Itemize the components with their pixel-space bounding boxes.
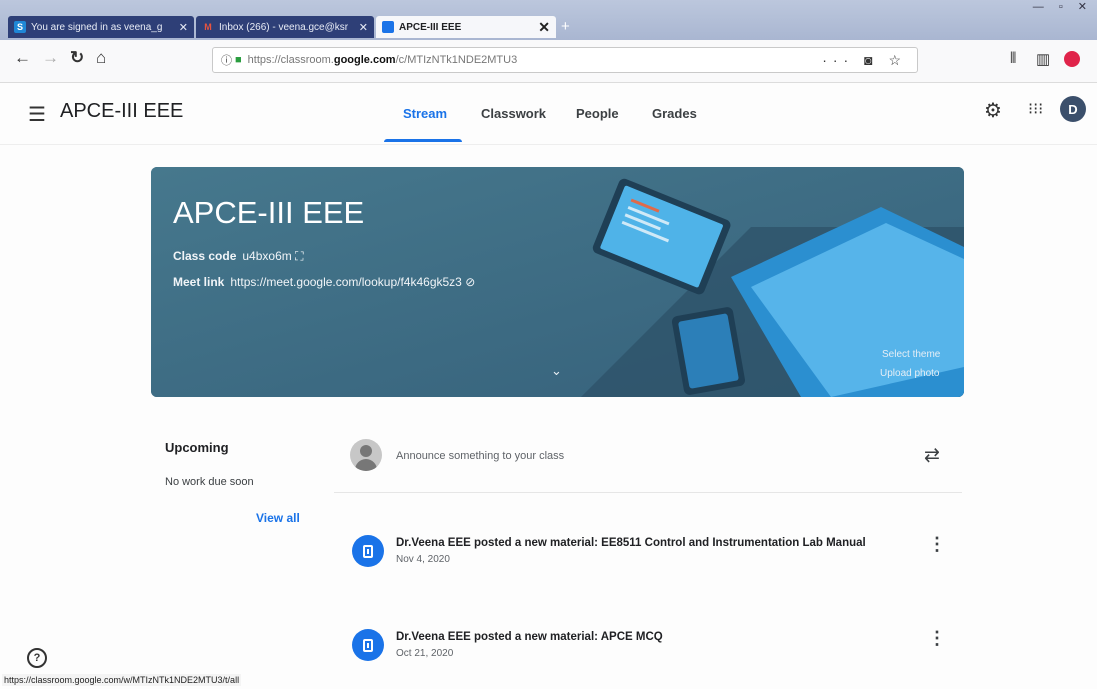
help-icon[interactable]: ? — [27, 648, 47, 668]
announce-box[interactable]: Announce something to your class ⇄ — [334, 422, 962, 493]
forward-arrow-icon[interactable]: → — [42, 48, 59, 68]
upcoming-empty-text: No work due soon — [165, 476, 254, 488]
address-bar[interactable]: ⓘ ■ https://classroom. google.com/c/MTIzN… — [212, 47, 918, 73]
select-theme-link[interactable]: Select theme — [882, 349, 940, 360]
tab-grades[interactable]: Grades — [652, 106, 697, 121]
classroom-header: ☰ APCE-III EEE Stream Classwork People G… — [0, 82, 1097, 144]
class-banner: APCE-III EEE Class code u4bxo6m ⛶ Meet li… — [151, 167, 964, 397]
list-item[interactable]: Dr.Veena EEE posted a new material: APCE… — [334, 617, 962, 683]
chevron-down-icon[interactable]: ⌄ — [551, 363, 562, 379]
more-vert-icon[interactable]: ⋮ — [928, 629, 946, 647]
home-icon[interactable]: ⌂ — [96, 48, 106, 68]
meet-link-label: Meet link — [173, 275, 225, 289]
post-date: Nov 4, 2020 — [396, 554, 450, 565]
url-domain: google.com — [333, 54, 396, 66]
browser-tab-bar: — ▫ ✕ S You are signed in as veena_g ✕ M… — [0, 0, 1097, 40]
post-date: Oct 21, 2020 — [396, 648, 454, 659]
upcoming-card: Upcoming No work due soon View all — [151, 420, 311, 540]
tab-stream[interactable]: Stream — [403, 106, 447, 121]
avatar[interactable]: D — [1060, 96, 1086, 122]
lock-icon[interactable]: ■ — [235, 54, 242, 66]
tab-title: Inbox (266) - veena.gce@ksr — [219, 21, 349, 33]
tab-classwork[interactable]: Classwork — [481, 106, 546, 121]
post-title[interactable]: Dr.Veena EEE posted a new material: EE85… — [396, 537, 866, 549]
meet-link-url[interactable]: https://meet.google.com/lookup/f4k46gk5z… — [230, 275, 461, 289]
list-item[interactable]: Dr.Veena EEE posted a new material: EE85… — [334, 523, 962, 589]
library-icon[interactable]: ⫴ — [1010, 50, 1016, 67]
more-vert-icon[interactable]: ⋮ — [928, 535, 946, 553]
repost-icon[interactable]: ⇄ — [924, 444, 940, 467]
browser-tab-classroom[interactable]: APCE-III EEE ✕ — [376, 16, 556, 38]
class-code-label: Class code — [173, 249, 237, 263]
upcoming-title: Upcoming — [165, 440, 229, 455]
avatar — [350, 439, 382, 471]
gmail-favicon-icon: M — [204, 22, 212, 32]
browser-nav-bar: ← → ↻ ⌂ ⓘ ■ https://classroom. google.com… — [0, 40, 1097, 83]
post-title[interactable]: Dr.Veena EEE posted a new material: APCE… — [396, 631, 663, 643]
announce-placeholder[interactable]: Announce something to your class — [396, 450, 564, 462]
new-tab-icon[interactable]: + — [561, 18, 570, 35]
extension-icon[interactable] — [1064, 51, 1080, 67]
url-path: /c/MTIzNTk1NDE2MTU3 — [395, 54, 518, 66]
view-all-link[interactable]: View all — [256, 511, 300, 525]
classroom-favicon-icon — [382, 21, 394, 33]
tab-title: APCE-III EEE — [399, 21, 462, 33]
active-tab-indicator — [384, 139, 462, 142]
close-tab-icon[interactable]: ✕ — [538, 19, 550, 36]
tab-title: You are signed in as veena_g — [31, 21, 163, 33]
fullscreen-icon[interactable]: ⛶ — [295, 249, 303, 263]
reload-icon[interactable]: ↻ — [70, 48, 84, 68]
back-arrow-icon[interactable]: ← — [14, 48, 31, 68]
s-favicon-icon: S — [14, 21, 26, 33]
status-bar-url: https://classroom.google.com/w/MTIzNTk1N… — [2, 674, 242, 686]
banner-title: APCE-III EEE — [173, 195, 365, 230]
info-icon[interactable]: ⓘ — [221, 52, 232, 68]
class-title[interactable]: APCE-III EEE — [60, 100, 183, 123]
upload-photo-link[interactable]: Upload photo — [880, 368, 940, 379]
main-menu-icon[interactable]: ☰ — [28, 102, 46, 127]
apps-grid-icon[interactable]: ⁝⁝⁝ — [1028, 99, 1043, 119]
material-icon — [352, 535, 384, 567]
visibility-off-icon[interactable]: ⊘ — [465, 275, 475, 289]
class-code-row: Class code u4bxo6m ⛶ — [173, 249, 304, 264]
class-code-value: u4bxo6m — [242, 249, 292, 263]
url-prefix: https://classroom. — [247, 54, 334, 66]
gear-icon[interactable]: ⚙ — [984, 98, 1002, 123]
page-actions-icon[interactable]: ··· ◙ ☆ — [822, 52, 907, 69]
browser-tab-inbox[interactable]: M Inbox (266) - veena.gce@ksr ✕ — [196, 16, 374, 38]
meet-link-row: Meet link https://meet.google.com/lookup/… — [173, 275, 475, 289]
material-icon — [352, 629, 384, 661]
close-tab-icon[interactable]: ✕ — [359, 21, 368, 34]
close-tab-icon[interactable]: ✕ — [179, 21, 188, 34]
sidebar-icon[interactable]: ▥ — [1036, 50, 1050, 68]
window-controls[interactable]: — ▫ ✕ — [1033, 0, 1093, 13]
header-divider — [0, 144, 1097, 145]
tab-people[interactable]: People — [576, 106, 619, 121]
browser-tab-signed-in[interactable]: S You are signed in as veena_g ✕ — [8, 16, 194, 38]
